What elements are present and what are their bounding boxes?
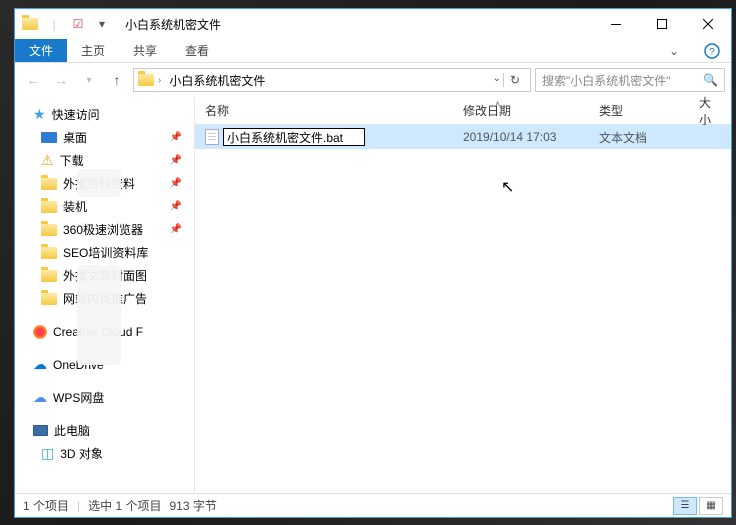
recent-dropdown[interactable]: ▾ xyxy=(77,68,101,92)
pin-icon: 📌 xyxy=(170,201,182,212)
sidebar-item-desktop[interactable]: 桌面📌 xyxy=(15,126,194,149)
titlebar: | ☑ ▾ 小白系统机密文件 xyxy=(15,9,731,39)
breadcrumb[interactable]: 小白系统机密文件 xyxy=(165,72,269,89)
ribbon-tabs: 文件 主页 共享 查看 ⌄ ? xyxy=(15,39,731,63)
folder-icon xyxy=(19,13,41,35)
svg-text:?: ? xyxy=(709,47,715,58)
pin-icon: 📌 xyxy=(170,155,182,166)
search-input[interactable]: 搜索"小白系统机密文件" 🔍 xyxy=(535,68,725,92)
file-date: 2019/10/14 17:03 xyxy=(453,130,589,144)
onedrive-icon: ☁ xyxy=(33,356,47,373)
pin-icon: 📌 xyxy=(170,224,182,235)
folder-icon xyxy=(41,247,57,259)
forward-button: → xyxy=(49,68,73,92)
window-title: 小白系统机密文件 xyxy=(117,16,593,33)
column-type[interactable]: 类型 xyxy=(589,102,689,119)
tab-file[interactable]: 文件 xyxy=(15,39,67,62)
wps-cloud-icon: ☁ xyxy=(33,389,47,406)
search-placeholder: 搜索"小白系统机密文件" xyxy=(542,72,671,89)
pin-icon: 📌 xyxy=(170,132,182,143)
sidebar-this-pc[interactable]: 此电脑 xyxy=(15,419,194,442)
column-name[interactable]: 名称 xyxy=(195,102,453,119)
help-icon[interactable]: ? xyxy=(693,39,731,62)
folder-icon xyxy=(41,178,57,190)
text-file-icon xyxy=(205,129,219,145)
3d-objects-icon: ◫ xyxy=(41,445,54,462)
nav-pane[interactable]: ★快速访问 桌面📌 ⚠下载📌 外推资料资料📌 装机📌 360极速浏览器📌 SEO… xyxy=(15,97,195,493)
sort-indicator-icon: ˄ xyxy=(495,99,500,109)
rename-input[interactable] xyxy=(223,128,365,146)
qat-properties-icon[interactable]: ☑ xyxy=(67,13,89,35)
pc-icon xyxy=(33,425,48,436)
column-size[interactable]: 大小 xyxy=(689,94,731,128)
minimize-button[interactable] xyxy=(593,9,639,39)
star-icon: ★ xyxy=(33,106,46,123)
statusbar: 1 个项目 | 选中 1 个项目 913 字节 ☰ ▦ xyxy=(15,493,731,517)
close-button[interactable] xyxy=(685,9,731,39)
tab-share[interactable]: 共享 xyxy=(119,39,171,62)
folder-icon xyxy=(41,201,57,213)
path-dropdown-icon[interactable]: ⌄ xyxy=(493,73,501,87)
addressbar: ← → ▾ ↑ › 小白系统机密文件 ⌄ ↻ 搜索"小白系统机密文件" 🔍 xyxy=(15,63,731,97)
creative-cloud-icon xyxy=(33,325,47,339)
tab-home[interactable]: 主页 xyxy=(67,39,119,62)
sidebar-item-folder[interactable]: SEO培训资料库 xyxy=(15,241,194,264)
maximize-button[interactable] xyxy=(639,9,685,39)
selection-count: 选中 1 个项目 xyxy=(88,497,161,514)
view-details-button[interactable]: ☰ xyxy=(673,497,697,515)
item-count: 1 个项目 xyxy=(23,497,69,514)
sidebar-quick-access[interactable]: ★快速访问 xyxy=(15,103,194,126)
qat-dropdown-icon[interactable]: ▾ xyxy=(91,13,113,35)
search-icon[interactable]: 🔍 xyxy=(703,73,718,87)
folder-icon xyxy=(41,293,57,305)
pin-icon: 📌 xyxy=(170,178,182,189)
up-button[interactable]: ↑ xyxy=(105,68,129,92)
column-headers: 名称 修改日期 类型 大小 xyxy=(195,97,731,125)
folder-icon xyxy=(41,224,57,236)
path-box[interactable]: › 小白系统机密文件 ⌄ ↻ xyxy=(133,68,531,92)
mouse-cursor-icon: ↖ xyxy=(501,177,514,197)
refresh-icon[interactable]: ↻ xyxy=(503,73,526,87)
file-type: 文本文档 xyxy=(589,129,689,146)
sidebar-item-folder[interactable]: 装机📌 xyxy=(15,195,194,218)
view-icons-button[interactable]: ▦ xyxy=(699,497,723,515)
explorer-window: | ☑ ▾ 小白系统机密文件 文件 主页 共享 查看 ⌄ ? ← → ▾ ↑ ›… xyxy=(14,8,732,518)
file-row[interactable]: 2019/10/14 17:03 文本文档 xyxy=(195,125,731,149)
ribbon-expand-icon[interactable]: ⌄ xyxy=(655,39,693,62)
sidebar-item-folder[interactable]: 360极速浏览器📌 xyxy=(15,218,194,241)
file-list[interactable]: ˄ 名称 修改日期 类型 大小 2019/10/14 17:03 文本文档 ↖ xyxy=(195,97,731,493)
tab-view[interactable]: 查看 xyxy=(171,39,223,62)
selection-bytes: 913 字节 xyxy=(169,497,216,514)
folder-icon xyxy=(41,270,57,282)
sidebar-item-3d-objects[interactable]: ◫3D 对象 xyxy=(15,442,194,465)
desktop-icon xyxy=(41,132,57,143)
sidebar-wps[interactable]: ☁WPS网盘 xyxy=(15,386,194,409)
qat-separator: | xyxy=(43,13,65,35)
warning-icon: ⚠ xyxy=(41,152,54,169)
folder-icon xyxy=(138,74,154,86)
column-date[interactable]: 修改日期 xyxy=(453,102,589,119)
back-button[interactable]: ← xyxy=(21,68,45,92)
